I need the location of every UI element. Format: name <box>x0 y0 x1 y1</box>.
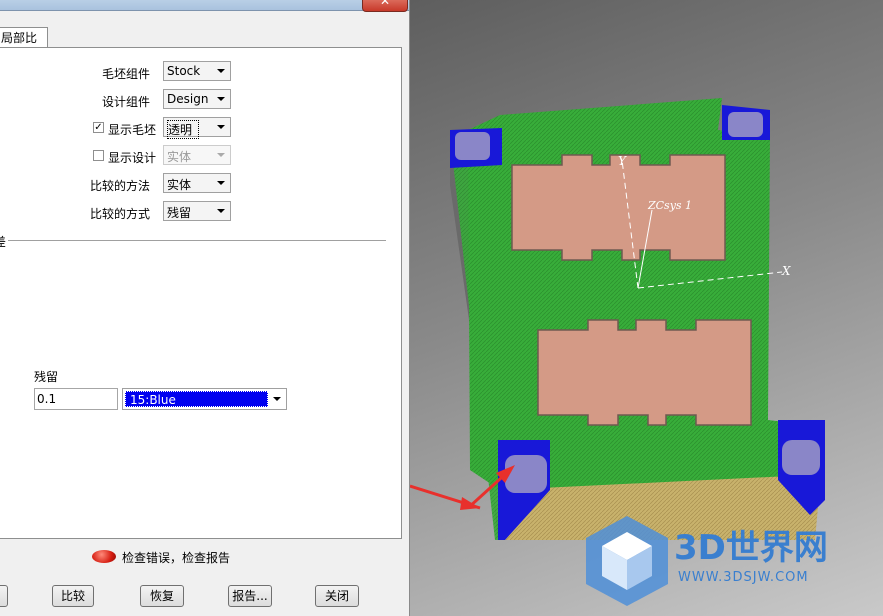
cavity-upper <box>511 154 726 261</box>
show-stock-mode-value: 透明 <box>167 120 200 139</box>
axis-y-label: Y <box>618 154 626 168</box>
show-design-mode-value: 实体 <box>167 150 192 164</box>
cube-logo-icon <box>586 516 668 606</box>
close-button[interactable]: 关闭 <box>315 585 359 607</box>
cavity-lower <box>537 319 752 426</box>
chevron-down-icon <box>217 181 225 185</box>
compare-mode-label: 比较的方式 <box>89 207 150 221</box>
chevron-down-icon <box>217 69 225 73</box>
restore-button[interactable]: 恢复 <box>140 585 184 607</box>
design-component-value: Design <box>167 92 209 106</box>
compare-button[interactable]: 比较 <box>52 585 94 607</box>
chevron-down-icon <box>217 125 225 129</box>
site-logo: 3D世界网 WWW.3DSJW.COM <box>582 512 828 611</box>
logo-url: WWW.3DSJW.COM <box>678 570 809 585</box>
dialog-titlebar <box>0 0 409 11</box>
residual-label: 残留 <box>34 370 59 384</box>
stock-component-select[interactable]: Stock <box>163 61 231 81</box>
compare-mode-select[interactable]: 残留 <box>163 201 231 221</box>
compare-mode-value: 残留 <box>167 206 192 220</box>
show-design-label: 显示设计 <box>108 151 157 165</box>
report-button[interactable]: 报告... <box>228 585 272 607</box>
model-viewport[interactable]: Y X ZCsys 1 3D世界网 WWW.3DSJW.COM <box>410 0 883 616</box>
compare-dialog: ✕ 局部比较 毛坯组件 Stock 设计组件 Design ✓ 显示毛坯 透明 … <box>0 0 410 616</box>
stock-component-label: 毛坯组件 <box>101 67 150 81</box>
section-divider <box>8 240 386 241</box>
residual-value-input[interactable]: 0.1 <box>34 388 118 410</box>
logo-title: 3D世界网 <box>674 528 828 568</box>
show-design-mode-select[interactable]: 实体 <box>163 145 231 165</box>
axis-x-label: X <box>782 264 791 278</box>
tab-local-compare[interactable]: 局部比较 <box>0 27 48 65</box>
chevron-down-icon <box>217 153 225 157</box>
design-component-label: 设计组件 <box>101 95 150 109</box>
status-text: 检查错误，检查报告 <box>122 551 231 565</box>
show-stock-checkbox[interactable]: ✓ <box>93 122 104 133</box>
show-stock-mode-select[interactable]: 透明 <box>163 117 231 139</box>
section-title: 差 <box>0 235 7 249</box>
error-status-icon <box>92 550 116 563</box>
hidden-button-edge[interactable] <box>0 585 8 607</box>
compare-method-label: 比较的方法 <box>89 179 150 193</box>
close-window-button[interactable]: ✕ <box>362 0 408 12</box>
design-component-select[interactable]: Design <box>163 89 231 109</box>
chevron-down-icon <box>217 209 225 213</box>
show-design-checkbox[interactable] <box>93 150 104 161</box>
stock-component-value: Stock <box>167 64 201 78</box>
residual-color-value: 15:Blue <box>125 391 268 407</box>
residual-color-select[interactable]: 15:Blue <box>122 388 287 410</box>
csys-label: ZCsys 1 <box>648 199 693 212</box>
compare-method-select[interactable]: 实体 <box>163 173 231 193</box>
chevron-down-icon <box>217 97 225 101</box>
compare-method-value: 实体 <box>167 178 192 192</box>
show-stock-label: 显示毛坯 <box>108 123 157 137</box>
chevron-down-icon <box>273 397 281 401</box>
